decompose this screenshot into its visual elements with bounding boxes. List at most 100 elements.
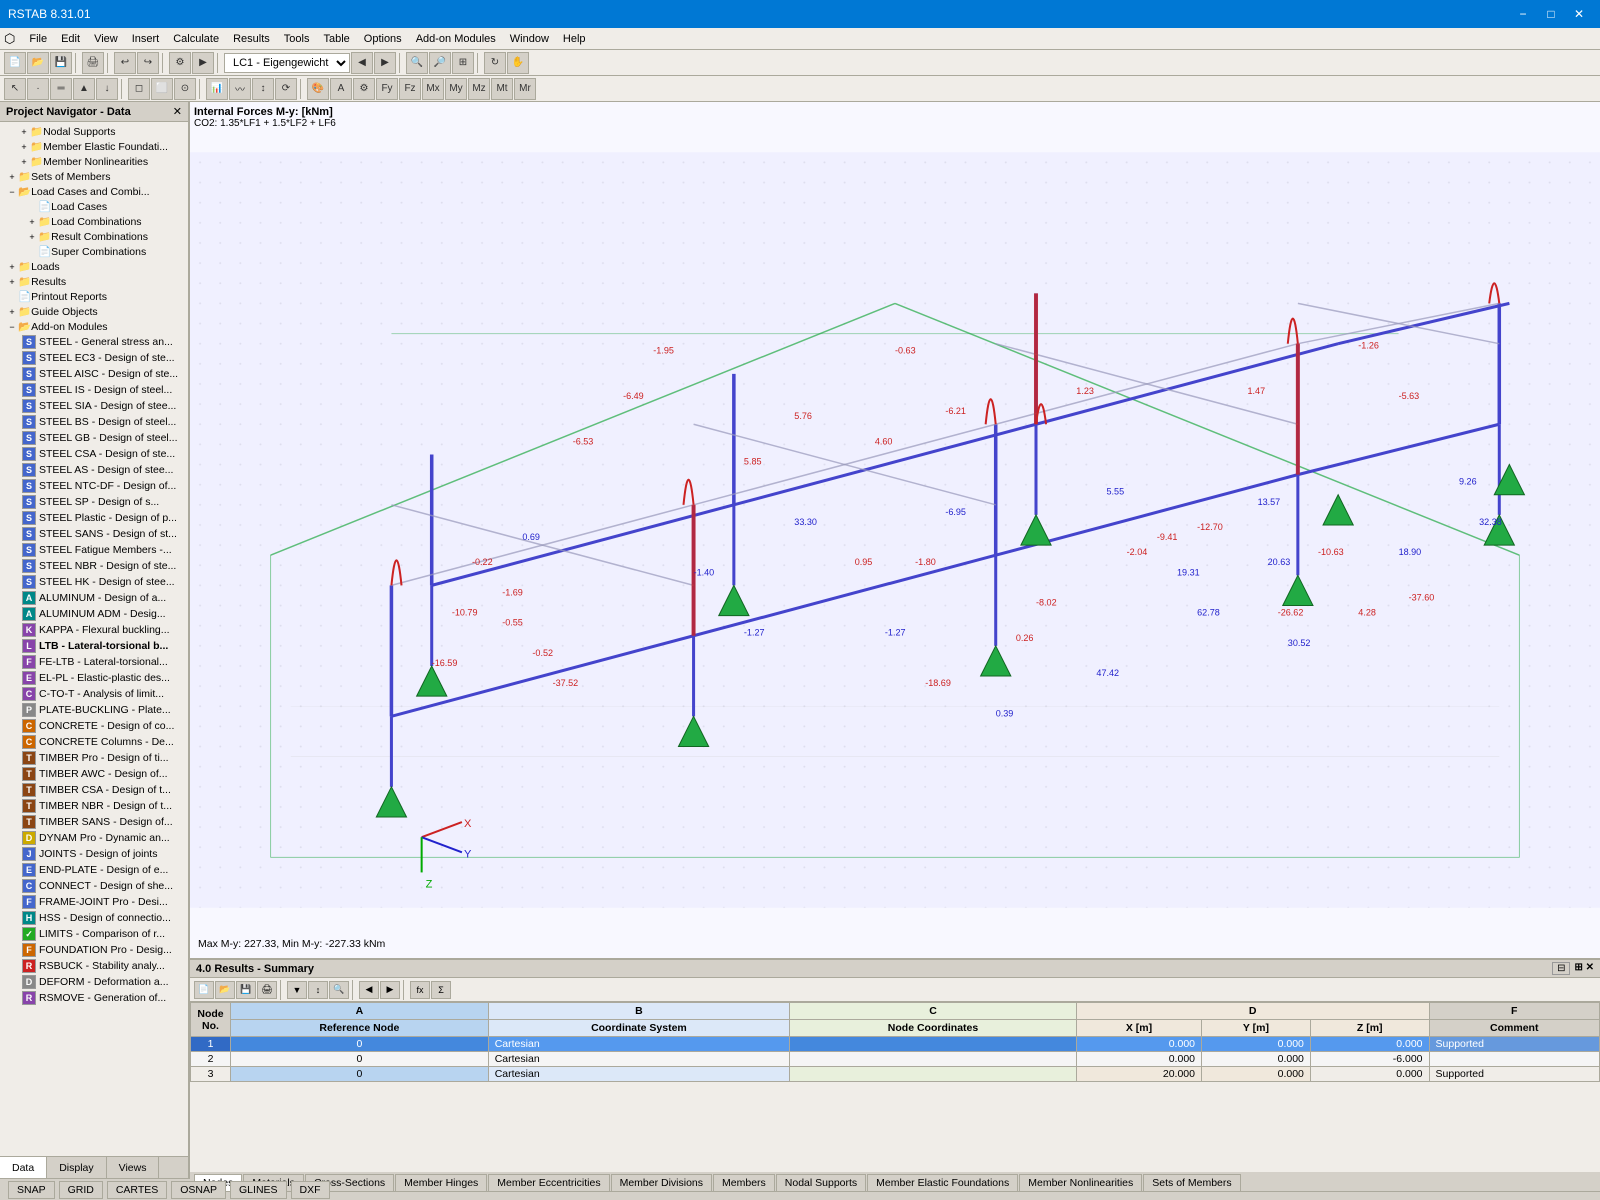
module-timber-pro[interactable]: T TIMBER Pro - Design of ti... [2, 750, 186, 766]
left-tab-display[interactable]: Display [47, 1157, 106, 1178]
status-glines[interactable]: GLINES [230, 1181, 287, 1199]
menu-item-view[interactable]: View [88, 31, 124, 47]
fit-btn[interactable]: ⊞ [452, 52, 474, 74]
module-plate-buckling[interactable]: P PLATE-BUCKLING - Plate... [2, 702, 186, 718]
select-btn[interactable]: ↖ [4, 78, 26, 100]
calc-btn[interactable]: ⚙ [169, 52, 191, 74]
module-end-plate[interactable]: E END-PLATE - Design of e... [2, 862, 186, 878]
module-steel-sia[interactable]: S STEEL SIA - Design of stee... [2, 398, 186, 414]
module-hss[interactable]: H HSS - Design of connectio... [2, 910, 186, 926]
res-prev-btn[interactable]: ◀ [359, 981, 379, 999]
module-steel-plastic[interactable]: S STEEL Plastic - Design of p... [2, 510, 186, 526]
module-steel-as[interactable]: S STEEL AS - Design of stee... [2, 462, 186, 478]
pan-btn[interactable]: ✋ [507, 52, 529, 74]
res-next-btn[interactable]: ▶ [380, 981, 400, 999]
open-btn[interactable]: 📂 [27, 52, 49, 74]
res-open-btn[interactable]: 📂 [215, 981, 235, 999]
module-el-pl[interactable]: E EL-PL - Elastic-plastic des... [2, 670, 186, 686]
module-timber-csa[interactable]: T TIMBER CSA - Design of t... [2, 782, 186, 798]
labels-btn[interactable]: A [330, 78, 352, 100]
table-row-1[interactable]: 1 0 Cartesian 0.000 0.000 0.000 Supporte… [191, 1037, 1600, 1052]
results-float-btn[interactable]: ⊟ [1552, 962, 1570, 975]
module-steel-general[interactable]: S STEEL - General stress an... [2, 334, 186, 350]
tree-item-addons[interactable]: − 📂 Add-on Modules [2, 319, 186, 334]
tree-item-loads[interactable]: + 📁 Loads [2, 259, 186, 274]
module-foundation[interactable]: F FOUNDATION Pro - Desig... [2, 942, 186, 958]
res-sigma-btn[interactable]: Σ [431, 981, 451, 999]
module-aluminum[interactable]: A ALUMINUM - Design of a... [2, 590, 186, 606]
menu-item-calculate[interactable]: Calculate [167, 31, 225, 47]
forces-btn[interactable]: ↕ [252, 78, 274, 100]
view3d-btn[interactable]: Fy [376, 78, 398, 100]
menu-item-edit[interactable]: Edit [55, 31, 86, 47]
status-cartes[interactable]: CARTES [107, 1181, 167, 1199]
table-row-3[interactable]: 3 0 Cartesian 20.000 0.000 0.000 Support… [191, 1067, 1600, 1082]
run-btn[interactable]: ▶ [192, 52, 214, 74]
status-grid[interactable]: GRID [59, 1181, 103, 1199]
module-steel-sans[interactable]: S STEEL SANS - Design of st... [2, 526, 186, 542]
minimize-button[interactable]: − [1510, 4, 1536, 24]
status-snap[interactable]: SNAP [8, 1181, 55, 1199]
menu-item-insert[interactable]: Insert [126, 31, 166, 47]
module-steel-sp[interactable]: S STEEL SP - Design of s... [2, 494, 186, 510]
load-case-dropdown[interactable]: LC1 - Eigengewicht [224, 53, 350, 73]
table-row-2[interactable]: 2 0 Cartesian 0.000 0.000 -6.000 [191, 1052, 1600, 1067]
menu-item-results[interactable]: Results [227, 31, 276, 47]
res-zoom-btn[interactable]: 🔍 [329, 981, 349, 999]
tree-item-sets-of-members[interactable]: + 📁 Sets of Members [2, 169, 186, 184]
navigator-close-btn[interactable]: ✕ [173, 105, 182, 118]
menu-item-window[interactable]: Window [504, 31, 555, 47]
next-lc-btn[interactable]: ▶ [374, 52, 396, 74]
res-new-btn[interactable]: 📄 [194, 981, 214, 999]
menu-item-add-on-modules[interactable]: Add-on Modules [410, 31, 502, 47]
module-steel-nbr[interactable]: S STEEL NBR - Design of ste... [2, 558, 186, 574]
module-timber-nbr[interactable]: T TIMBER NBR - Design of t... [2, 798, 186, 814]
res-fx-btn[interactable]: fx [410, 981, 430, 999]
section-btn[interactable]: ⊙ [174, 78, 196, 100]
results-disp-btn[interactable]: 📊 [206, 78, 228, 100]
member-btn[interactable]: ═ [50, 78, 72, 100]
res-filter-btn[interactable]: ▼ [287, 981, 307, 999]
tree-item-load-combos[interactable]: − 📂 Load Cases and Combi... [2, 184, 186, 199]
res-print-btn[interactable]: 🖨 [257, 981, 277, 999]
module-steel-hk[interactable]: S STEEL HK - Design of stee... [2, 574, 186, 590]
module-concrete-columns[interactable]: C CONCRETE Columns - De... [2, 734, 186, 750]
color-scale-btn[interactable]: 🎨 [307, 78, 329, 100]
module-steel-gb[interactable]: S STEEL GB - Design of steel... [2, 430, 186, 446]
mt-btn[interactable]: Mt [491, 78, 513, 100]
module-frame-joint[interactable]: F FRAME-JOINT Pro - Desi... [2, 894, 186, 910]
print-btn[interactable]: 🖨 [82, 52, 104, 74]
module-rsbuck[interactable]: R RSBUCK - Stability analy... [2, 958, 186, 974]
save-btn[interactable]: 💾 [50, 52, 72, 74]
module-steel-fatigue[interactable]: S STEEL Fatigue Members -... [2, 542, 186, 558]
mz-btn[interactable]: Mz [468, 78, 490, 100]
zoom-out-btn[interactable]: 🔎 [429, 52, 451, 74]
status-dxf[interactable]: DXF [291, 1181, 330, 1199]
prev-lc-btn[interactable]: ◀ [351, 52, 373, 74]
bottom-tab-sets[interactable]: Sets of Members [1143, 1174, 1240, 1191]
close-button[interactable]: ✕ [1566, 4, 1592, 24]
tree-item-load-cases[interactable]: 📄 Load Cases [2, 199, 186, 214]
tree-item-elastic-found[interactable]: + 📁 Member Elastic Foundati... [2, 139, 186, 154]
my-btn[interactable]: My [445, 78, 467, 100]
left-tab-views[interactable]: Views [107, 1157, 160, 1178]
moments-btn[interactable]: ⟳ [275, 78, 297, 100]
undo-btn[interactable]: ↩ [114, 52, 136, 74]
menu-item-table[interactable]: Table [317, 31, 355, 47]
res-sort-btn[interactable]: ↕ [308, 981, 328, 999]
tree-item-load-combinations[interactable]: + 📁 Load Combinations [2, 214, 186, 229]
res-save-btn[interactable]: 💾 [236, 981, 256, 999]
module-deform[interactable]: D DEFORM - Deformation a... [2, 974, 186, 990]
settings-btn[interactable]: ⚙ [353, 78, 375, 100]
tree-item-result-combinations[interactable]: + 📁 Result Combinations [2, 229, 186, 244]
support-btn[interactable]: ▲ [73, 78, 95, 100]
module-ltb[interactable]: L LTB - Lateral-torsional b... [2, 638, 186, 654]
menu-item-file[interactable]: File [23, 31, 53, 47]
fz-btn[interactable]: Fz [399, 78, 421, 100]
tree-item-super-combinations[interactable]: 📄 Super Combinations [2, 244, 186, 259]
load-btn[interactable]: ↓ [96, 78, 118, 100]
module-concrete[interactable]: C CONCRETE - Design of co... [2, 718, 186, 734]
bottom-tab-nonlinearities[interactable]: Member Nonlinearities [1019, 1174, 1142, 1191]
module-steel-ntc[interactable]: S STEEL NTC-DF - Design of... [2, 478, 186, 494]
tree-item-results[interactable]: + 📁 Results [2, 274, 186, 289]
